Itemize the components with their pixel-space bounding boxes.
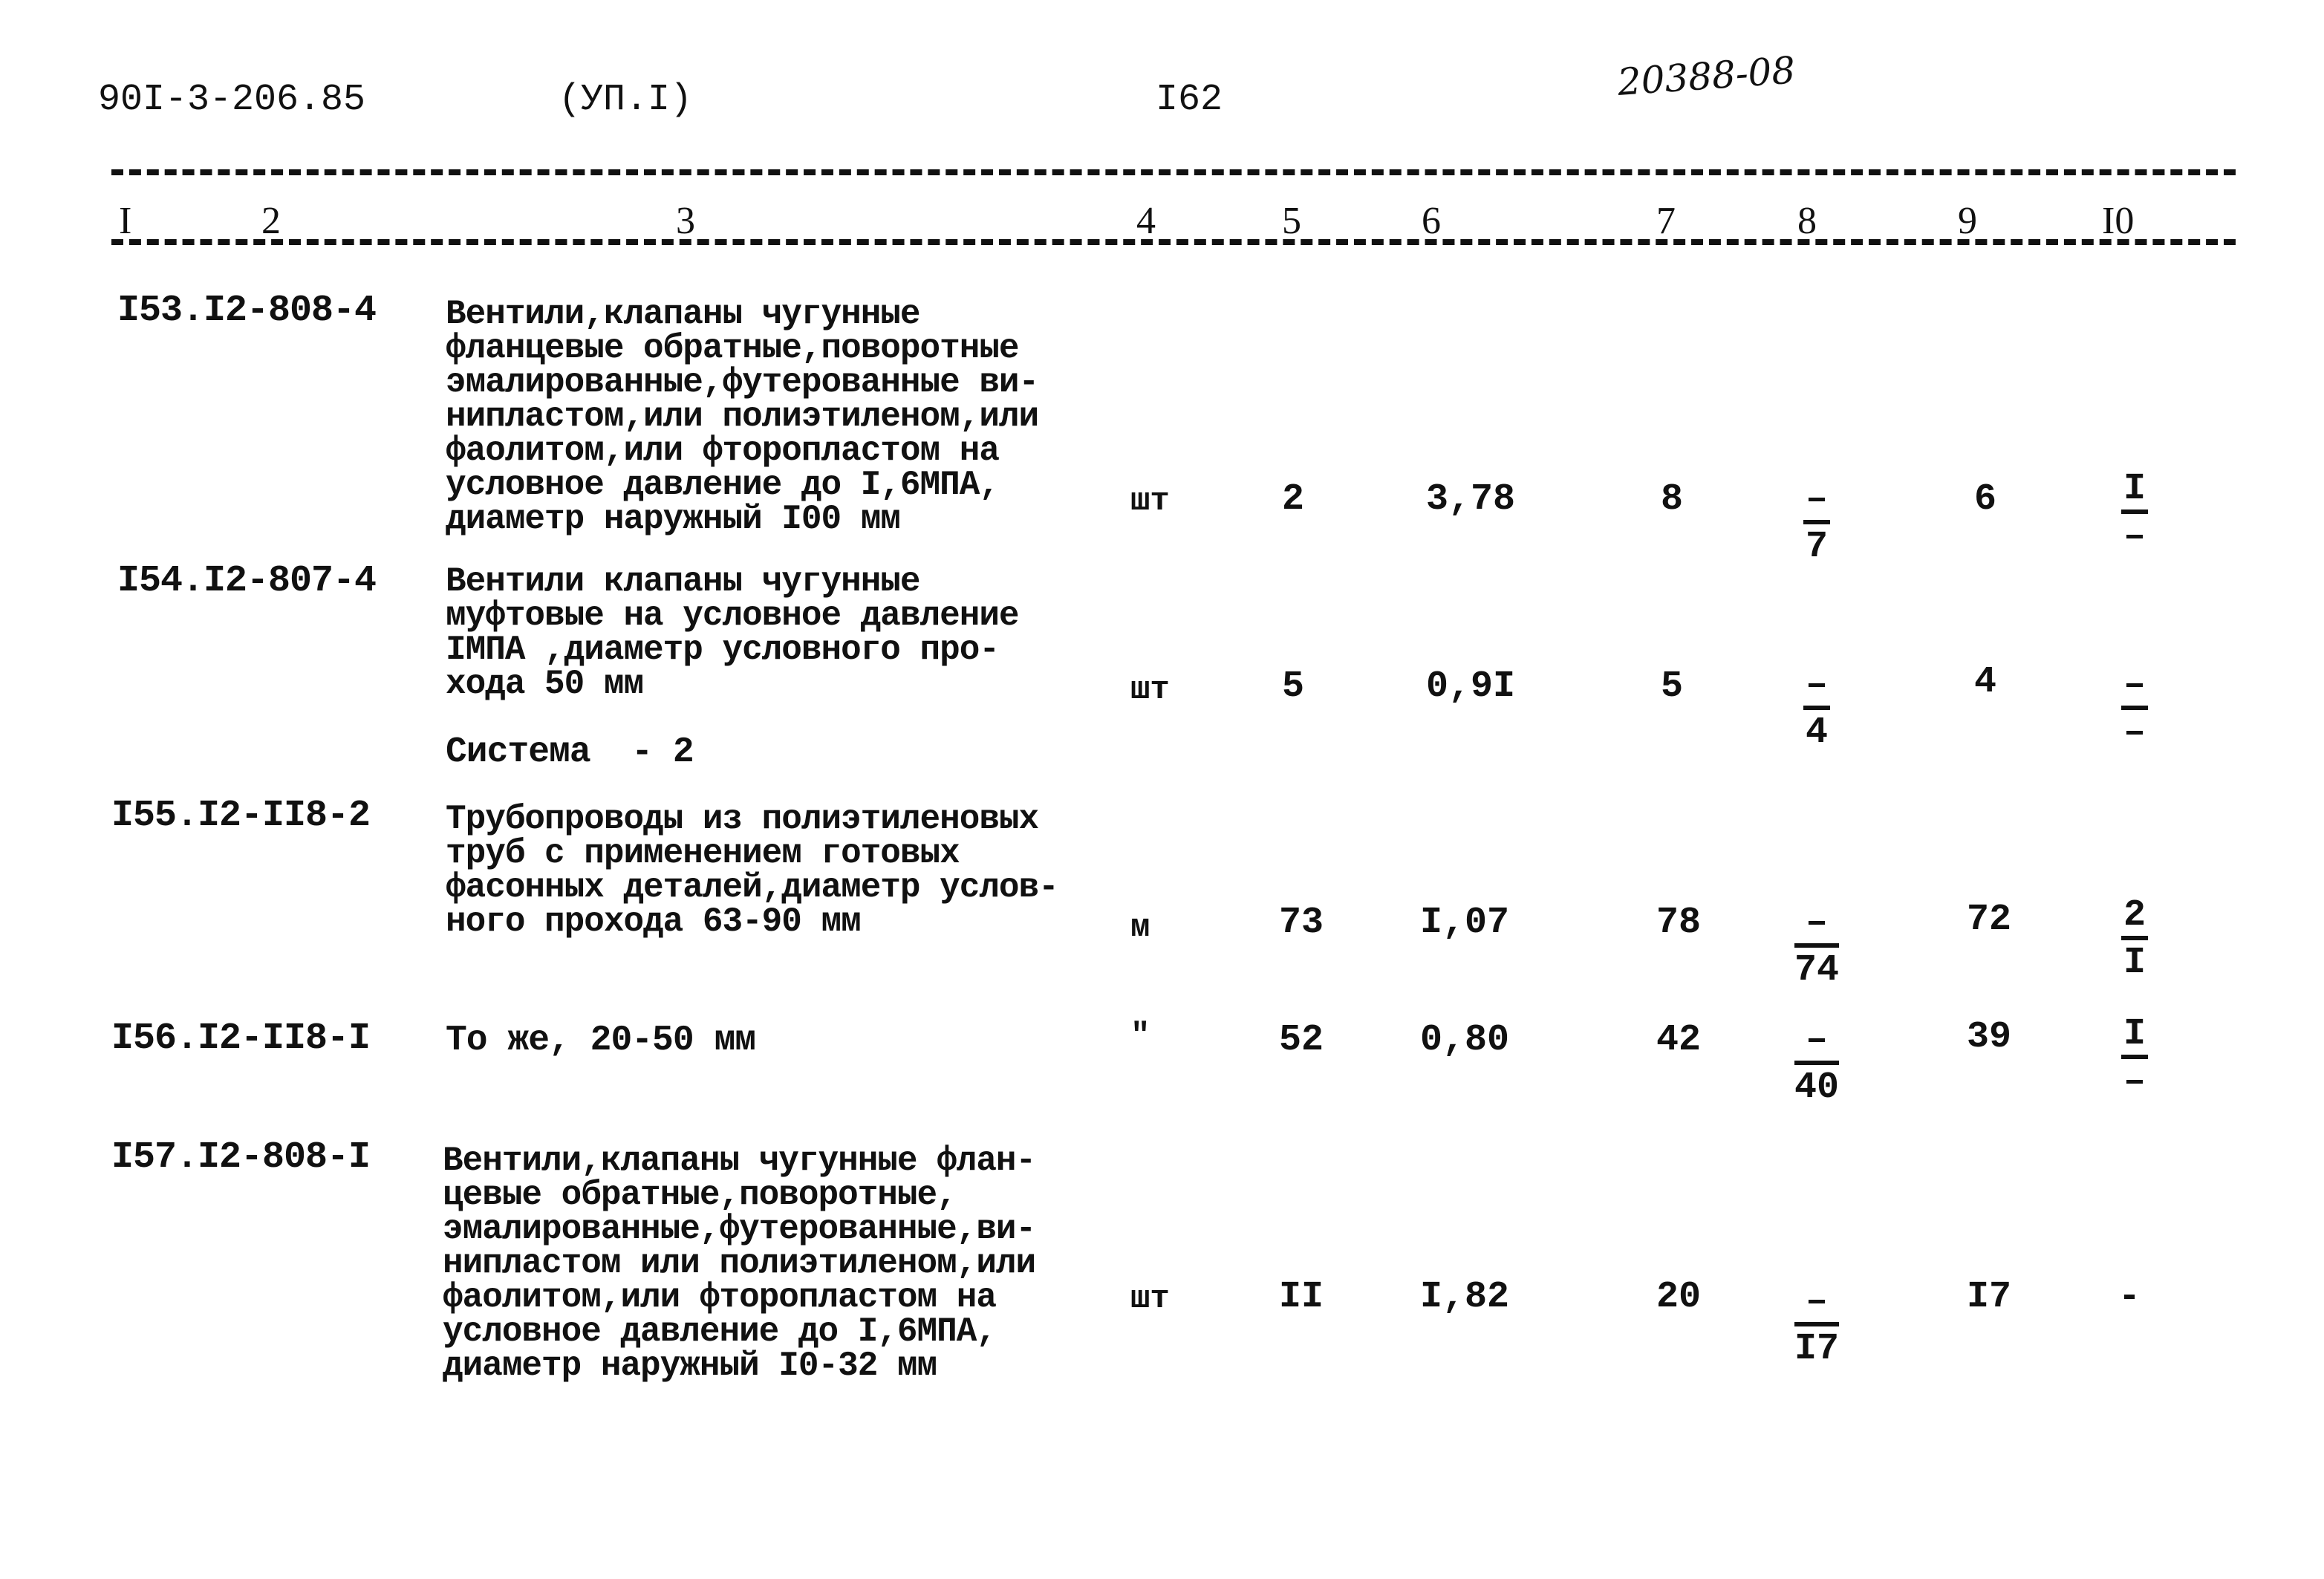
row-col6: I,82 bbox=[1420, 1276, 1510, 1318]
row-code: I57.I2-808-I bbox=[111, 1136, 371, 1179]
fraction-bar bbox=[2121, 936, 2148, 940]
row-col7: 42 bbox=[1656, 1019, 1702, 1061]
fraction-denominator: 40 bbox=[1794, 1067, 1839, 1109]
header-top-dashed-rule bbox=[111, 169, 2236, 175]
row-description: Трубопроводы из полиэтиленовых труб с пр… bbox=[446, 800, 1059, 941]
row-code: I55.I2-II8-2 bbox=[111, 795, 371, 837]
fraction-numerator: – bbox=[1805, 1280, 1828, 1323]
fraction-denominator: – bbox=[2123, 1061, 2146, 1103]
row-col7: 20 bbox=[1656, 1276, 1702, 1318]
fraction-denominator: I7 bbox=[1794, 1328, 1839, 1370]
row-description: То же, 20-50 мм bbox=[446, 1020, 756, 1061]
column-number-6: 6 bbox=[1422, 200, 1441, 242]
page-number: I62 bbox=[1156, 79, 1223, 121]
row-col9: 4 bbox=[1974, 661, 1997, 703]
row-col7: 5 bbox=[1661, 665, 1684, 708]
system-section-label: Система - 2 bbox=[446, 732, 694, 772]
row-col8-fraction: – 4 bbox=[1787, 664, 1846, 754]
row-col8-fraction: – 74 bbox=[1787, 902, 1846, 992]
row-description: Вентили,клапаны чугунные фланцевые обрат… bbox=[446, 295, 1039, 538]
fraction-bar bbox=[1794, 943, 1839, 948]
row-unit: " bbox=[1130, 1018, 1150, 1055]
handwritten-stamp-number: 20388-08 bbox=[1615, 48, 1797, 104]
column-number-2: 2 bbox=[261, 200, 281, 242]
fraction-bar bbox=[2121, 706, 2148, 710]
column-number-7: 7 bbox=[1656, 200, 1676, 242]
column-number-1: I bbox=[119, 200, 132, 242]
row-col9: 72 bbox=[1967, 899, 2012, 941]
row-description: Вентили,клапаны чугунные флан- цевые обр… bbox=[443, 1142, 1036, 1385]
fraction-numerator: – bbox=[2123, 664, 2146, 706]
row-col8-fraction: – 40 bbox=[1787, 1019, 1846, 1109]
row-unit: шт bbox=[1130, 483, 1170, 520]
row-col8-fraction: – 7 bbox=[1787, 478, 1846, 568]
row-col8-fraction: – I7 bbox=[1787, 1280, 1846, 1370]
header-bottom-dashed-rule bbox=[111, 239, 2236, 245]
fraction-denominator: 74 bbox=[1794, 949, 1839, 992]
row-code: I54.I2-807-4 bbox=[117, 560, 377, 602]
row-unit: шт bbox=[1130, 1280, 1170, 1318]
row-col5: 52 bbox=[1279, 1019, 1324, 1061]
row-unit: шт bbox=[1130, 671, 1170, 709]
fraction-numerator: 2 bbox=[2123, 894, 2146, 937]
fraction-bar bbox=[1794, 1061, 1839, 1065]
fraction-bar bbox=[1794, 1322, 1839, 1326]
row-col5: 73 bbox=[1279, 902, 1324, 944]
row-col10-fraction: I – bbox=[2105, 468, 2164, 558]
fraction-denominator: – bbox=[2123, 515, 2146, 558]
fraction-numerator: – bbox=[1805, 478, 1828, 521]
document-code: 90I-3-206.85 bbox=[98, 79, 366, 121]
section-label: (УП.I) bbox=[559, 79, 693, 121]
row-col9: 39 bbox=[1967, 1016, 2012, 1058]
row-col6: 0,80 bbox=[1420, 1019, 1510, 1061]
row-code: I56.I2-II8-I bbox=[111, 1018, 371, 1060]
row-col5: II bbox=[1279, 1276, 1324, 1318]
row-unit: м bbox=[1130, 909, 1150, 946]
row-col7: 8 bbox=[1661, 478, 1684, 521]
row-col5: 2 bbox=[1282, 478, 1305, 521]
fraction-numerator: – bbox=[1805, 1019, 1828, 1061]
fraction-numerator: I bbox=[2123, 1013, 2146, 1055]
row-col10-fraction: I – bbox=[2105, 1013, 2164, 1103]
fraction-denominator: I bbox=[2123, 942, 2146, 984]
row-col6: 3,78 bbox=[1426, 478, 1516, 521]
row-col5: 5 bbox=[1282, 665, 1305, 708]
fraction-bar bbox=[2121, 509, 2148, 514]
row-col10-fraction: 2 I bbox=[2105, 894, 2164, 984]
row-col6: 0,9I bbox=[1426, 665, 1516, 708]
row-col9: I7 bbox=[1967, 1276, 2012, 1318]
column-number-4: 4 bbox=[1136, 200, 1156, 242]
column-number-3: 3 bbox=[676, 200, 695, 242]
row-col6: I,07 bbox=[1420, 902, 1510, 944]
fraction-denominator: 4 bbox=[1805, 712, 1828, 754]
row-col7: 78 bbox=[1656, 902, 1702, 944]
row-code: I53.I2-808-4 bbox=[117, 290, 377, 332]
row-description: Вентили клапаны чугунные муфтовые на усл… bbox=[446, 562, 1020, 703]
row-col9: 6 bbox=[1974, 478, 1997, 521]
row-col10-fraction: – – bbox=[2105, 664, 2164, 754]
column-number-8: 8 bbox=[1797, 200, 1817, 242]
fraction-numerator: – bbox=[1805, 664, 1828, 706]
fraction-bar bbox=[1803, 520, 1830, 524]
fraction-bar bbox=[1803, 706, 1830, 710]
fraction-denominator: – bbox=[2123, 712, 2146, 754]
fraction-denominator: 7 bbox=[1805, 526, 1828, 568]
fraction-numerator: – bbox=[1805, 902, 1828, 944]
row-col10: - bbox=[2118, 1276, 2141, 1318]
fraction-bar bbox=[2121, 1055, 2148, 1059]
column-number-5: 5 bbox=[1282, 200, 1301, 242]
column-number-9: 9 bbox=[1958, 200, 1977, 242]
column-number-10: I0 bbox=[2102, 200, 2135, 242]
fraction-numerator: I bbox=[2123, 468, 2146, 510]
